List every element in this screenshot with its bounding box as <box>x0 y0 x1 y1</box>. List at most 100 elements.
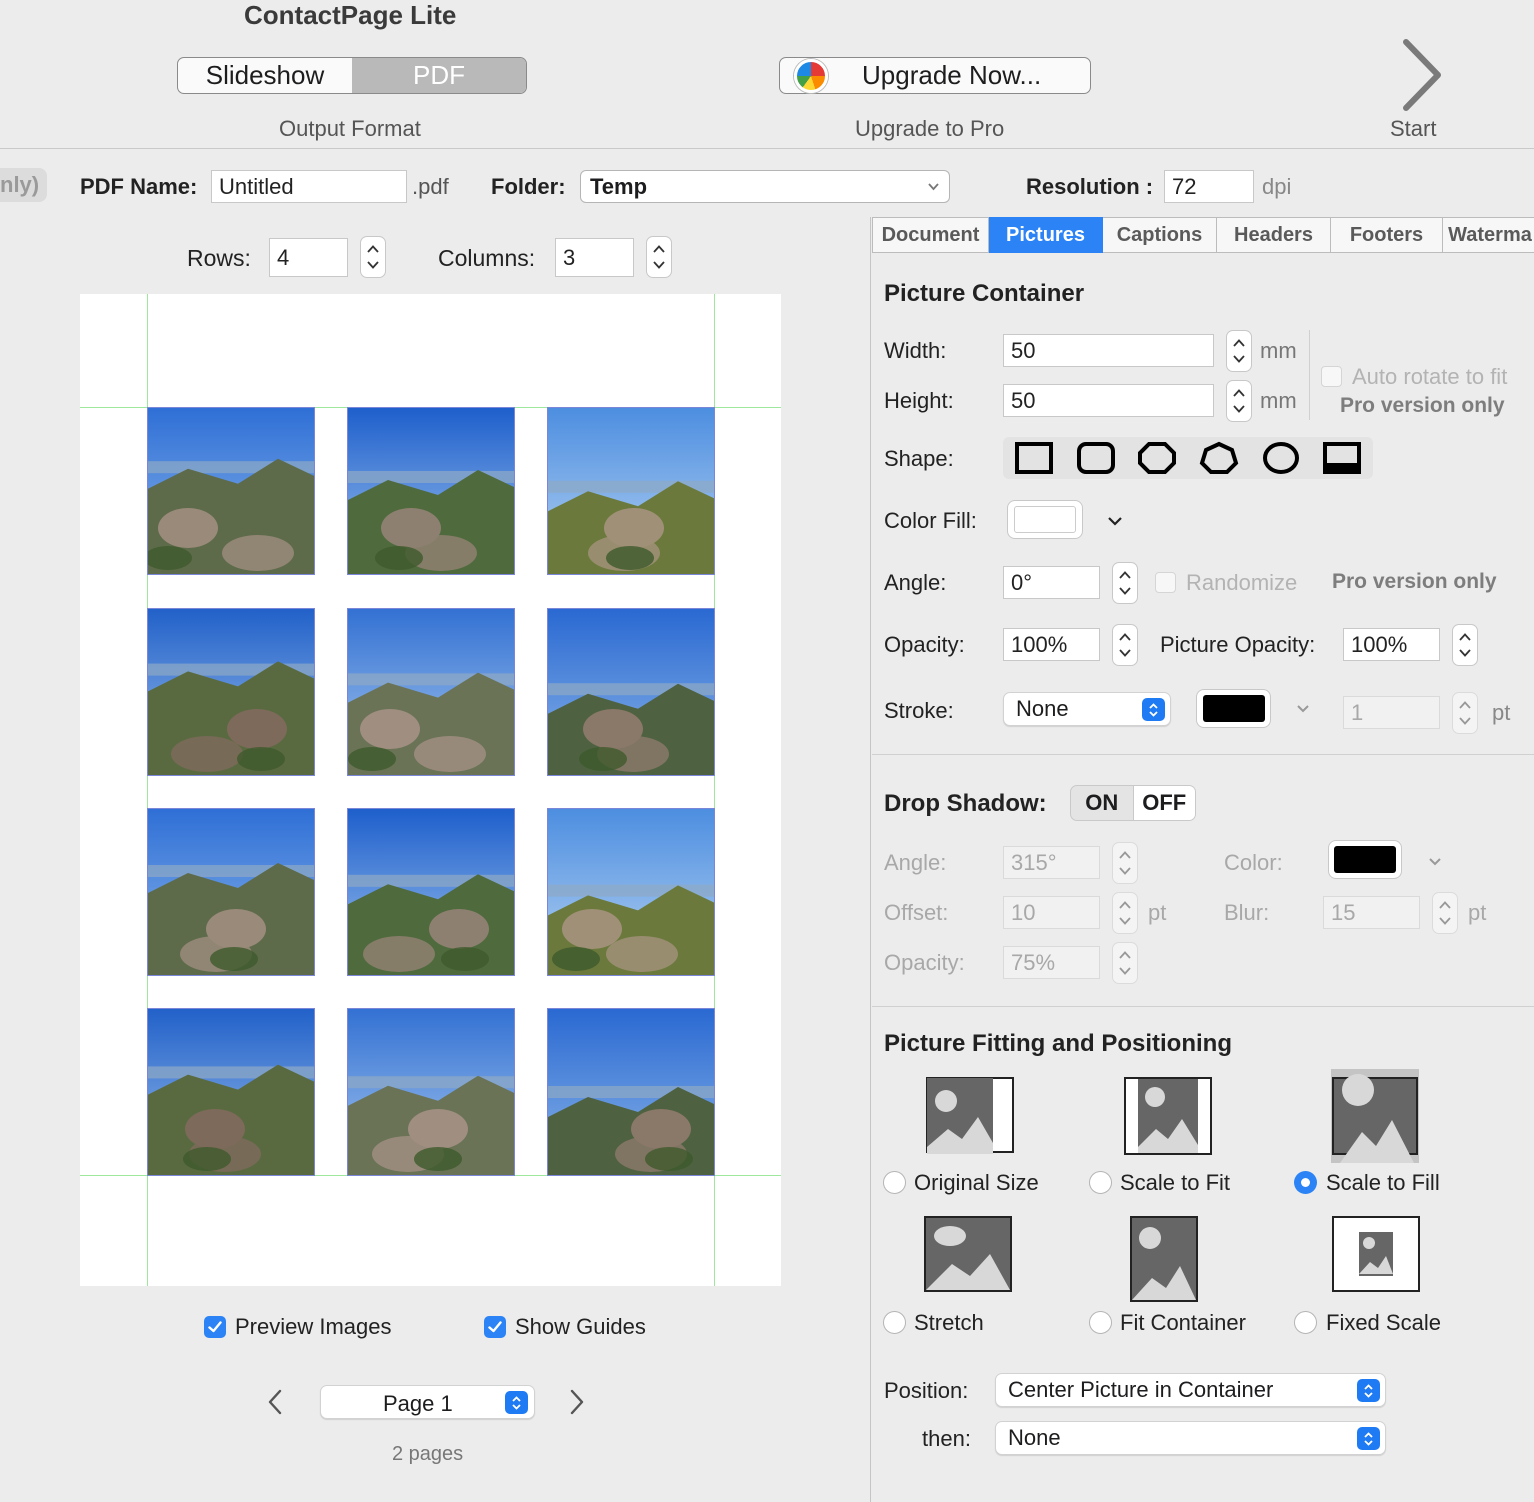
stepper-up-icon[interactable] <box>653 245 665 253</box>
resolution-field[interactable]: 72 <box>1164 170 1254 203</box>
color-fill-well[interactable] <box>1007 500 1083 539</box>
preview-images-checkbox[interactable] <box>204 1316 226 1338</box>
drop-shadow-off[interactable]: OFF <box>1132 786 1195 820</box>
shape-circle-icon[interactable] <box>1250 441 1312 475</box>
upgrade-now-button[interactable]: Upgrade Now... <box>779 57 1091 94</box>
shadow-offset-field[interactable]: 10 <box>1003 896 1100 929</box>
shadow-blur-stepper[interactable] <box>1432 892 1458 934</box>
scale-to-fill-icon[interactable] <box>1330 1068 1420 1164</box>
stepper-up-icon[interactable] <box>367 245 379 253</box>
shape-octagon-icon[interactable] <box>1126 441 1188 475</box>
stepper-down-icon[interactable] <box>1459 717 1471 725</box>
picture-opacity-stepper[interactable] <box>1452 624 1478 666</box>
shape-heptagon-icon[interactable] <box>1188 441 1250 475</box>
stepper-up-icon[interactable] <box>1119 851 1131 859</box>
stepper-up-icon[interactable] <box>1119 901 1131 909</box>
output-format-slideshow[interactable]: Slideshow <box>178 58 352 93</box>
fit-container-icon[interactable] <box>1130 1216 1198 1302</box>
rows-stepper[interactable] <box>360 236 386 278</box>
chevron-down-icon[interactable] <box>1428 857 1442 867</box>
shadow-opacity-stepper[interactable] <box>1112 942 1138 984</box>
stepper-down-icon[interactable] <box>1119 967 1131 975</box>
show-guides-checkbox[interactable] <box>484 1316 506 1338</box>
preview-images-label[interactable]: Preview Images <box>235 1314 392 1340</box>
width-field[interactable]: 50 <box>1003 334 1214 367</box>
stepper-up-icon[interactable] <box>1233 339 1245 347</box>
tab-pictures[interactable]: Pictures <box>989 217 1103 253</box>
folder-select[interactable]: Temp <box>580 170 950 203</box>
chevron-down-icon[interactable] <box>1107 516 1123 527</box>
stepper-down-icon[interactable] <box>1233 355 1245 363</box>
stroke-select[interactable]: None <box>1003 692 1171 726</box>
fixed-scale-icon[interactable] <box>1332 1216 1420 1292</box>
stepper-up-icon[interactable] <box>1439 901 1451 909</box>
fit-container-radio[interactable] <box>1089 1311 1112 1334</box>
stepper-down-icon[interactable] <box>1119 917 1131 925</box>
stretch-label[interactable]: Stretch <box>914 1310 984 1336</box>
stroke-width-stepper[interactable] <box>1452 692 1478 734</box>
drop-shadow-toggle[interactable]: ON OFF <box>1070 785 1196 821</box>
scale-to-fill-label[interactable]: Scale to Fill <box>1326 1170 1440 1196</box>
stretch-icon[interactable] <box>924 1216 1012 1292</box>
output-format-segmented[interactable]: Slideshow PDF <box>177 57 527 94</box>
tab-headers[interactable]: Headers <box>1217 217 1331 253</box>
shadow-angle-stepper[interactable] <box>1112 842 1138 884</box>
stepper-down-icon[interactable] <box>367 261 379 269</box>
rows-field[interactable]: 4 <box>269 238 348 277</box>
stroke-color-well[interactable] <box>1196 689 1271 728</box>
original-size-label[interactable]: Original Size <box>914 1170 1039 1196</box>
stepper-up-icon[interactable] <box>1459 633 1471 641</box>
opacity-stepper[interactable] <box>1112 624 1138 666</box>
scale-to-fit-label[interactable]: Scale to Fit <box>1120 1170 1230 1196</box>
stepper-down-icon[interactable] <box>1439 917 1451 925</box>
shape-framed-rect-icon[interactable] <box>1311 441 1373 475</box>
scale-to-fit-radio[interactable] <box>1089 1171 1112 1194</box>
stepper-down-icon[interactable] <box>1119 867 1131 875</box>
shape-selector[interactable] <box>1003 437 1373 479</box>
shadow-opacity-field[interactable]: 75% <box>1003 946 1100 979</box>
shape-square-icon[interactable] <box>1003 441 1065 475</box>
scale-to-fit-icon[interactable] <box>1124 1077 1212 1155</box>
shadow-blur-field[interactable]: 15 <box>1323 896 1420 929</box>
stepper-up-icon[interactable] <box>1119 633 1131 641</box>
height-field[interactable]: 50 <box>1003 384 1214 417</box>
stepper-up-icon[interactable] <box>1459 701 1471 709</box>
scale-to-fill-radio[interactable] <box>1294 1171 1317 1194</box>
shadow-angle-field[interactable]: 315° <box>1003 846 1100 879</box>
stepper-down-icon[interactable] <box>1233 405 1245 413</box>
height-stepper[interactable] <box>1226 380 1252 422</box>
stepper-up-icon[interactable] <box>1119 951 1131 959</box>
stepper-down-icon[interactable] <box>653 261 665 269</box>
output-format-pdf[interactable]: PDF <box>352 58 526 93</box>
position-select[interactable]: Center Picture in Container <box>995 1373 1386 1407</box>
stepper-up-icon[interactable] <box>1233 389 1245 397</box>
auto-rotate-checkbox[interactable] <box>1321 366 1342 387</box>
pdf-name-field[interactable]: Untitled <box>211 170 407 203</box>
stepper-down-icon[interactable] <box>1119 649 1131 657</box>
columns-field[interactable]: 3 <box>555 238 634 277</box>
columns-stepper[interactable] <box>646 236 672 278</box>
width-stepper[interactable] <box>1226 330 1252 372</box>
show-guides-label[interactable]: Show Guides <box>515 1314 646 1340</box>
stretch-radio[interactable] <box>883 1311 906 1334</box>
randomize-checkbox[interactable] <box>1155 572 1176 593</box>
fit-container-label[interactable]: Fit Container <box>1120 1310 1246 1336</box>
fixed-scale-radio[interactable] <box>1294 1311 1317 1334</box>
start-chevron-icon[interactable] <box>1400 38 1444 112</box>
tab-footers[interactable]: Footers <box>1331 217 1443 253</box>
next-page-icon[interactable] <box>568 1388 586 1416</box>
tab-waterma[interactable]: Waterma <box>1443 217 1534 253</box>
original-size-radio[interactable] <box>883 1171 906 1194</box>
fixed-scale-label[interactable]: Fixed Scale <box>1326 1310 1441 1336</box>
then-select[interactable]: None <box>995 1421 1386 1455</box>
shape-rounded-square-icon[interactable] <box>1065 441 1127 475</box>
tab-document[interactable]: Document <box>872 217 989 253</box>
original-size-icon[interactable] <box>926 1077 1014 1155</box>
drop-shadow-on[interactable]: ON <box>1071 786 1133 820</box>
shadow-color-well[interactable] <box>1328 840 1402 879</box>
stepper-down-icon[interactable] <box>1459 649 1471 657</box>
stepper-down-icon[interactable] <box>1119 587 1131 595</box>
previous-page-icon[interactable] <box>266 1388 284 1416</box>
shadow-offset-stepper[interactable] <box>1112 892 1138 934</box>
picture-opacity-field[interactable]: 100% <box>1343 628 1440 661</box>
